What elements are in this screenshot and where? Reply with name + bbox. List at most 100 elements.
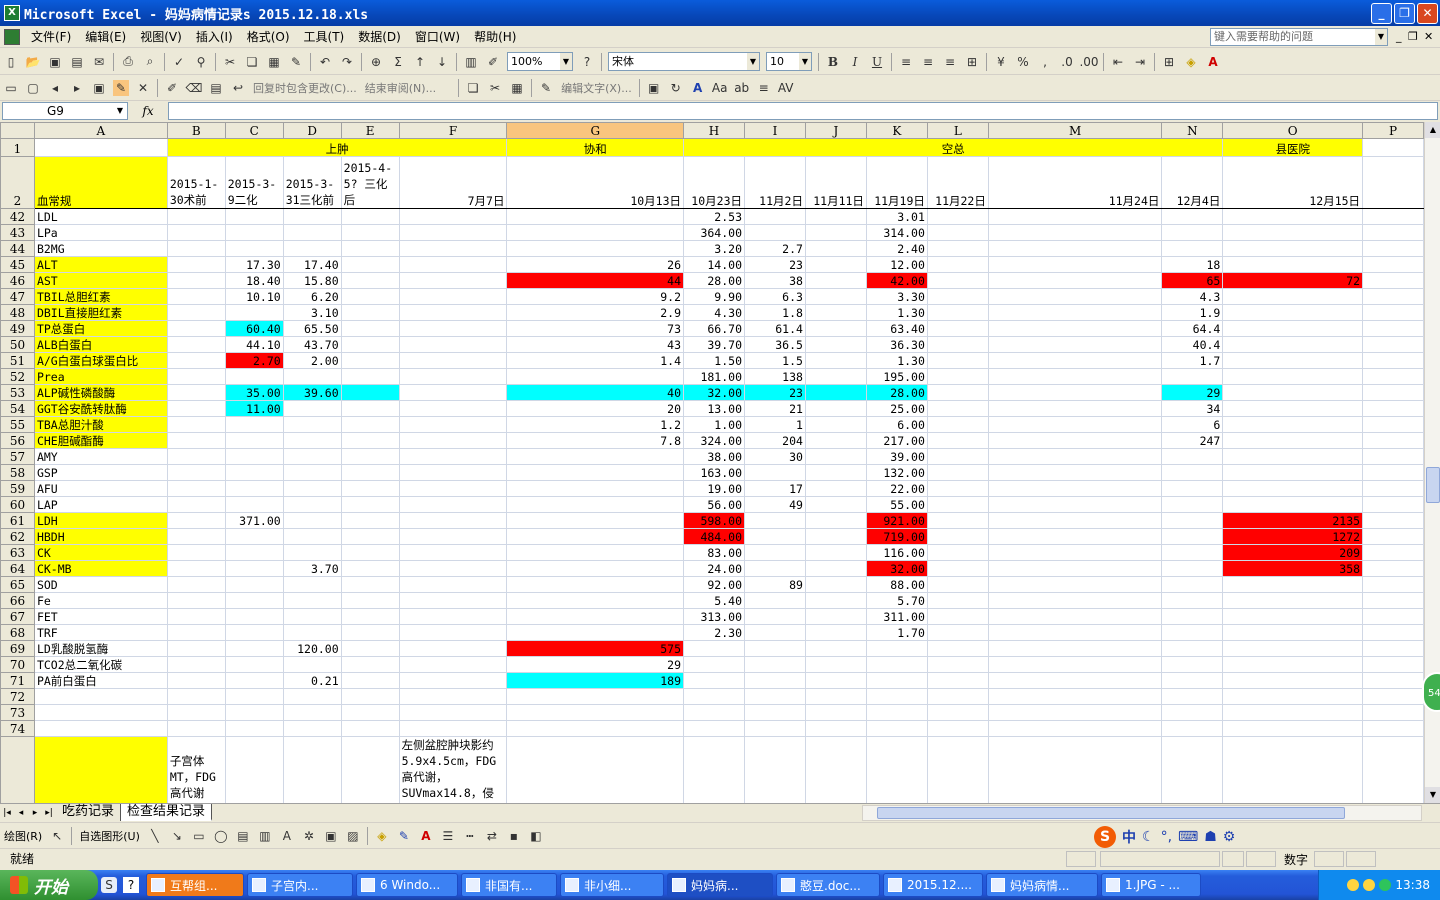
value-cell[interactable] bbox=[987, 432, 1163, 449]
test-name-cell[interactable]: PA前白蛋白 bbox=[33, 672, 168, 689]
value-cell[interactable] bbox=[340, 496, 400, 513]
value-cell[interactable] bbox=[340, 320, 400, 337]
help-search-input[interactable]: 键入需要帮助的问题 ▼ bbox=[1210, 28, 1388, 46]
value-cell[interactable] bbox=[804, 688, 867, 705]
value-cell[interactable] bbox=[1222, 592, 1364, 609]
value-cell[interactable] bbox=[744, 640, 806, 657]
sort-ascending-icon[interactable]: ↑ bbox=[412, 54, 428, 70]
value-cell[interactable] bbox=[804, 560, 867, 577]
value-cell[interactable] bbox=[340, 256, 400, 273]
value-cell[interactable]: 2.53 bbox=[683, 208, 745, 225]
value-cell[interactable] bbox=[340, 288, 400, 305]
value-cell[interactable] bbox=[166, 400, 226, 417]
value-cell[interactable] bbox=[224, 528, 284, 545]
value-cell[interactable] bbox=[166, 512, 226, 529]
value-cell[interactable] bbox=[987, 288, 1163, 305]
value-cell[interactable] bbox=[282, 608, 342, 625]
test-name-cell[interactable]: Prea bbox=[33, 368, 168, 385]
value-cell[interactable] bbox=[1161, 528, 1224, 545]
row-header[interactable]: 72 bbox=[0, 688, 35, 705]
test-name-cell[interactable] bbox=[33, 688, 168, 705]
value-cell[interactable] bbox=[282, 592, 342, 609]
value-cell[interactable]: 43.70 bbox=[282, 336, 342, 353]
value-cell[interactable] bbox=[1362, 416, 1424, 433]
value-cell[interactable] bbox=[1161, 656, 1224, 673]
value-cell[interactable] bbox=[804, 512, 867, 529]
value-cell[interactable] bbox=[1222, 208, 1364, 225]
copy-icon[interactable]: ❏ bbox=[465, 80, 481, 96]
cell-grid[interactable]: ABCDEFGHIJKLMNOP 1 上肿 协和 空总 县医院 2 血常规 201… bbox=[0, 122, 1424, 803]
value-cell[interactable] bbox=[1161, 544, 1224, 561]
value-cell[interactable] bbox=[926, 576, 989, 593]
value-cell[interactable] bbox=[506, 704, 685, 721]
value-cell[interactable]: 132.00 bbox=[865, 464, 928, 481]
value-cell[interactable] bbox=[987, 496, 1163, 513]
value-cell[interactable]: 5.40 bbox=[683, 592, 745, 609]
value-cell[interactable] bbox=[166, 720, 226, 737]
taskbar-item[interactable]: 妈妈病情... bbox=[986, 873, 1098, 897]
value-cell[interactable] bbox=[1362, 704, 1424, 721]
value-cell[interactable] bbox=[1362, 544, 1424, 561]
value-cell[interactable]: 38 bbox=[744, 272, 806, 289]
chevron-down-icon[interactable]: ▼ bbox=[799, 53, 811, 70]
value-cell[interactable]: 61.4 bbox=[744, 320, 806, 337]
value-cell[interactable] bbox=[804, 592, 867, 609]
test-name-cell[interactable]: AFU bbox=[33, 480, 168, 497]
value-cell[interactable] bbox=[1222, 304, 1364, 321]
align-left-icon[interactable]: ≡ bbox=[898, 54, 914, 70]
value-cell[interactable] bbox=[166, 208, 226, 225]
value-cell[interactable] bbox=[1161, 640, 1224, 657]
value-cell[interactable] bbox=[865, 720, 928, 737]
value-cell[interactable] bbox=[804, 720, 867, 737]
value-cell[interactable] bbox=[1222, 432, 1364, 449]
shadow-style-icon[interactable]: ▪ bbox=[506, 828, 522, 844]
value-cell[interactable] bbox=[340, 528, 400, 545]
value-cell[interactable]: 18.40 bbox=[224, 272, 284, 289]
value-cell[interactable] bbox=[1161, 608, 1224, 625]
security-icon[interactable] bbox=[1379, 879, 1392, 891]
value-cell[interactable] bbox=[926, 400, 989, 417]
value-cell[interactable]: 6.20 bbox=[282, 288, 342, 305]
value-cell[interactable] bbox=[804, 352, 867, 369]
value-cell[interactable] bbox=[987, 560, 1163, 577]
value-cell[interactable]: 65 bbox=[1161, 272, 1224, 289]
value-cell[interactable] bbox=[926, 480, 989, 497]
test-name-cell[interactable]: HBDH bbox=[33, 528, 168, 545]
value-cell[interactable]: 195.00 bbox=[865, 368, 928, 385]
column-header-j[interactable]: J bbox=[804, 122, 867, 139]
value-cell[interactable] bbox=[987, 416, 1163, 433]
open-icon[interactable]: 📂 bbox=[25, 54, 41, 70]
value-cell[interactable] bbox=[398, 400, 508, 417]
cell[interactable] bbox=[744, 736, 806, 803]
ime-toolbar[interactable]: S 中 ☾ °, ⌨ ☗ ⚙ bbox=[1094, 826, 1274, 848]
value-cell[interactable] bbox=[224, 416, 284, 433]
value-cell[interactable] bbox=[804, 304, 867, 321]
value-cell[interactable] bbox=[398, 672, 508, 689]
value-cell[interactable]: 1.5 bbox=[744, 352, 806, 369]
test-name-cell[interactable]: TBA总胆汁酸 bbox=[33, 416, 168, 433]
row-header[interactable]: 47 bbox=[0, 288, 35, 305]
row-header[interactable]: 44 bbox=[0, 240, 35, 257]
value-cell[interactable] bbox=[340, 352, 400, 369]
arrow-style-icon[interactable]: ⇄ bbox=[484, 828, 500, 844]
value-cell[interactable] bbox=[340, 544, 400, 561]
value-cell[interactable] bbox=[926, 432, 989, 449]
test-name-cell[interactable]: Fe bbox=[33, 592, 168, 609]
value-cell[interactable] bbox=[166, 368, 226, 385]
close-button[interactable]: ✕ bbox=[1417, 2, 1438, 24]
value-cell[interactable]: 314.00 bbox=[865, 224, 928, 241]
value-cell[interactable] bbox=[926, 704, 989, 721]
value-cell[interactable]: 5.70 bbox=[865, 592, 928, 609]
value-cell[interactable]: 14.00 bbox=[683, 256, 745, 273]
copy-icon[interactable]: ❏ bbox=[244, 54, 260, 70]
value-cell[interactable] bbox=[1161, 592, 1224, 609]
row-header[interactable]: 65 bbox=[0, 576, 35, 593]
value-cell[interactable]: 32.00 bbox=[683, 384, 745, 401]
fill-color-icon[interactable]: ◈ bbox=[374, 828, 390, 844]
value-cell[interactable] bbox=[926, 688, 989, 705]
redo-icon[interactable]: ↷ bbox=[339, 54, 355, 70]
value-cell[interactable] bbox=[987, 528, 1163, 545]
column-header-m[interactable]: M bbox=[987, 122, 1163, 139]
value-cell[interactable] bbox=[282, 496, 342, 513]
dash-style-icon[interactable]: ┅ bbox=[462, 828, 478, 844]
